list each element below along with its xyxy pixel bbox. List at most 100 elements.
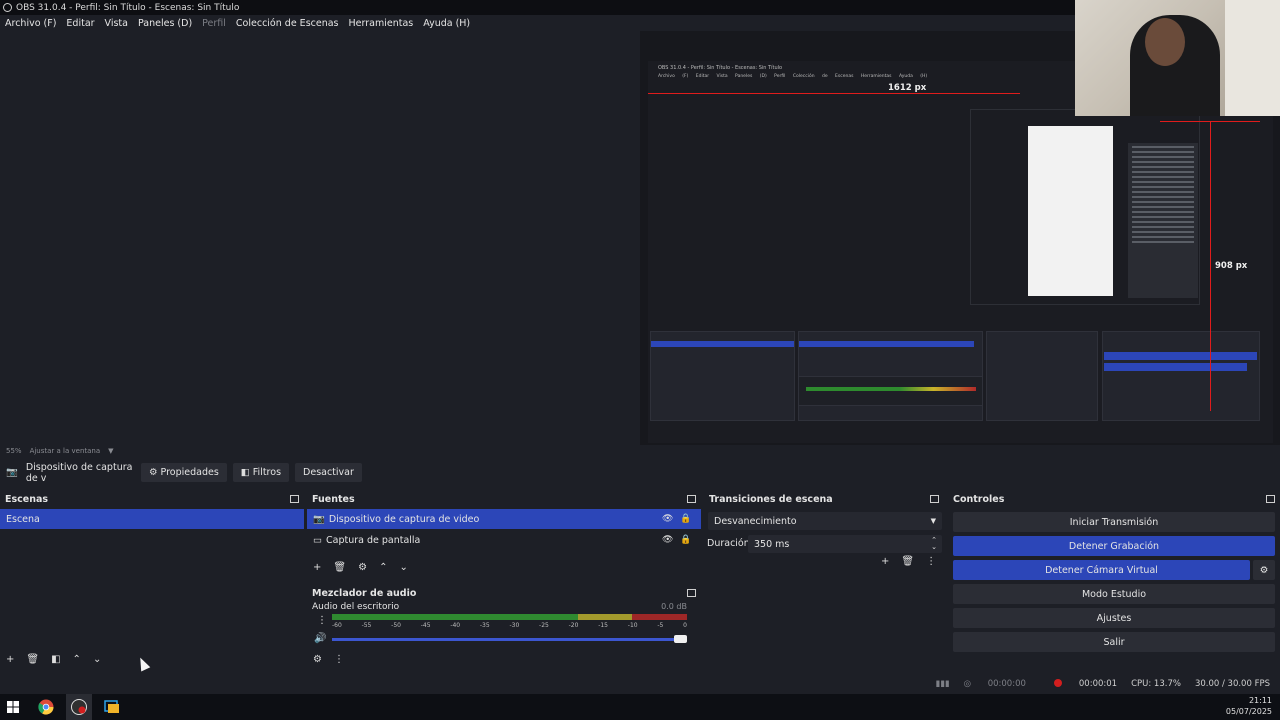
menu-file[interactable]: Archivo (F) — [5, 18, 56, 29]
chevron-up-icon[interactable]: ⌃ — [379, 562, 387, 573]
controls-title: Controles — [953, 493, 1005, 505]
exit-button[interactable]: Salir — [953, 632, 1275, 652]
mixer-title: Mezclador de audio — [312, 587, 417, 599]
system-clock[interactable]: 21:11 05/07/2025 — [1226, 695, 1272, 717]
eye-icon[interactable]: 👁 — [662, 535, 673, 545]
lock-icon[interactable]: 🔒 — [680, 535, 691, 545]
recording-time: 00:00:01 — [1040, 679, 1117, 689]
nested-scene-selected — [651, 341, 794, 347]
stop-recording-button[interactable]: Detener Grabación — [953, 536, 1275, 556]
transitions-dock: Transiciones de escena Desvanecimiento ▼… — [704, 489, 944, 672]
menu-bar: Archivo (F) Editar Vista Paneles (D) Per… — [0, 15, 640, 31]
clock-date: 05/07/2025 — [1225, 707, 1272, 716]
gear-icon: ⚙ — [1259, 564, 1269, 576]
source-toolbar: 📷 Dispositivo de captura de v ⚙ Propieda… — [0, 461, 1280, 484]
studio-mode-button[interactable]: Modo Estudio — [953, 584, 1275, 604]
camera-icon: 📷 — [6, 467, 18, 478]
menu-tools[interactable]: Herramientas — [349, 18, 414, 29]
menu-edit[interactable]: Editar — [66, 18, 94, 29]
add-icon[interactable]: + — [313, 562, 321, 573]
meter-ticks: -60 -55 -50 -45 -40 -35 -30 -25 -20 -15 -10 -5 0 — [332, 622, 687, 629]
selected-source-name: Dispositivo de captura de v — [25, 461, 133, 484]
nested-screen-capture: OBS 31.0.4 - Perfil: Sin Título - Escena… — [648, 61, 1273, 443]
properties-button[interactable]: ⚙ Propiedades — [141, 463, 227, 482]
nested-title: OBS 31.0.4 - Perfil: Sin Título - Escena… — [658, 65, 783, 71]
obs-taskbar-icon[interactable] — [66, 694, 92, 720]
chrome-icon[interactable] — [33, 694, 59, 720]
menu-help[interactable]: Ayuda (H) — [423, 18, 470, 29]
duration-label: Duración — [707, 538, 750, 549]
windows-start-icon[interactable] — [0, 694, 26, 720]
settings-button[interactable]: Ajustes — [953, 608, 1275, 628]
trash-icon[interactable]: 🗑 — [333, 562, 346, 573]
menu-view[interactable]: Vista — [105, 18, 128, 29]
nested-transitions-panel — [986, 331, 1098, 421]
nested-menu: Archivo (F) Editar Vista Paneles (D) Per… — [658, 74, 928, 79]
duration-input[interactable]: 350 ms ⌃ ⌄ — [748, 535, 942, 553]
chevron-up-icon[interactable]: ⌃ — [73, 654, 81, 665]
add-icon[interactable]: + — [881, 556, 889, 567]
nested-stop-virtualcam — [1104, 363, 1247, 371]
controls-dock: Controles Iniciar Transmisión Detener Gr… — [948, 489, 1280, 672]
trash-icon[interactable]: 🗑 — [901, 556, 914, 567]
clock-time: 21:11 — [1248, 696, 1272, 705]
record-icon — [1053, 679, 1062, 687]
speaker-icon[interactable]: 🔊 — [314, 633, 326, 644]
zoom-level: 55% — [6, 447, 22, 455]
nested-meter — [806, 387, 976, 391]
source-item[interactable]: ▭ Captura de pantalla 👁 🔒 — [307, 530, 701, 550]
preview-empty-area[interactable] — [0, 31, 640, 445]
deactivate-button[interactable]: Desactivar — [295, 463, 362, 482]
nested-source-selected — [799, 341, 974, 347]
kebab-icon[interactable]: ⋮ — [334, 654, 344, 665]
kebab-icon[interactable]: ⋮ — [317, 615, 327, 626]
scene-item[interactable]: Escena — [0, 509, 304, 529]
menu-docks[interactable]: Paneles (D) — [138, 18, 192, 29]
height-guide-line — [1210, 121, 1211, 411]
webcam-head — [1145, 18, 1185, 66]
gear-icon: ⚙ — [149, 467, 158, 478]
zoom-dropdown-icon[interactable]: ▼ — [108, 447, 113, 455]
window-title: OBS 31.0.4 - Perfil: Sin Título - Escena… — [16, 2, 240, 13]
fps-counter: 30.00 / 30.00 FPS — [1194, 679, 1270, 689]
sources-title: Fuentes — [312, 493, 355, 505]
undock-icon[interactable] — [687, 495, 696, 503]
chevron-down-icon[interactable]: ⌄ — [399, 562, 407, 573]
chevron-down-icon: ▼ — [930, 517, 936, 525]
undock-icon[interactable] — [290, 495, 299, 503]
add-icon[interactable]: + — [6, 654, 14, 665]
webcam-background — [1225, 0, 1280, 116]
stop-virtualcam-button[interactable]: Detener Cámara Virtual — [953, 560, 1250, 580]
trash-icon[interactable]: 🗑 — [26, 654, 39, 665]
chevron-down-icon[interactable]: ⌄ — [93, 654, 101, 665]
cpu-usage: CPU: 13.7% — [1131, 679, 1181, 689]
source-item[interactable]: 📷 Dispositivo de captura de video 👁 🔒 — [307, 509, 701, 529]
start-stream-button[interactable]: Iniciar Transmisión — [953, 512, 1275, 532]
transition-select[interactable]: Desvanecimiento ▼ — [708, 512, 942, 530]
volume-slider-track[interactable] — [332, 638, 687, 641]
kebab-icon[interactable]: ⋮ — [926, 556, 936, 567]
camera-icon: 📷 — [313, 513, 325, 525]
undock-icon[interactable] — [930, 495, 939, 503]
virtualcam-settings-button[interactable]: ⚙ — [1253, 560, 1275, 580]
signal-icon: ▮▮▮ — [935, 679, 950, 689]
scenes-title: Escenas — [5, 493, 49, 505]
obs-logo-icon — [3, 3, 12, 12]
mixer-channel-name: Audio del escritorio — [312, 602, 400, 612]
selected-source: 📷 Dispositivo de captura de v — [6, 462, 141, 484]
zoom-mode[interactable]: Ajustar a la ventana — [30, 447, 101, 455]
undock-icon[interactable] — [1266, 495, 1275, 503]
app-window-icon[interactable] — [99, 694, 125, 720]
height-label: 908 px — [1215, 261, 1248, 271]
filters-icon[interactable]: ◧ — [51, 654, 60, 665]
volume-slider-handle[interactable] — [674, 635, 687, 643]
eye-icon[interactable]: 👁 — [662, 514, 673, 524]
filters-button[interactable]: ◧ Filtros — [232, 463, 290, 482]
lock-icon[interactable]: 🔒 — [680, 514, 691, 524]
advanced-audio-icon[interactable]: ⚙ — [313, 654, 322, 665]
gear-icon[interactable]: ⚙ — [358, 562, 367, 573]
menu-scene-collection[interactable]: Colección de Escenas — [236, 18, 339, 29]
spinner-icon[interactable]: ⌃ ⌄ — [931, 537, 937, 551]
undock-icon[interactable] — [687, 589, 696, 597]
mixer-db-value: 0.0 dB — [661, 602, 687, 611]
